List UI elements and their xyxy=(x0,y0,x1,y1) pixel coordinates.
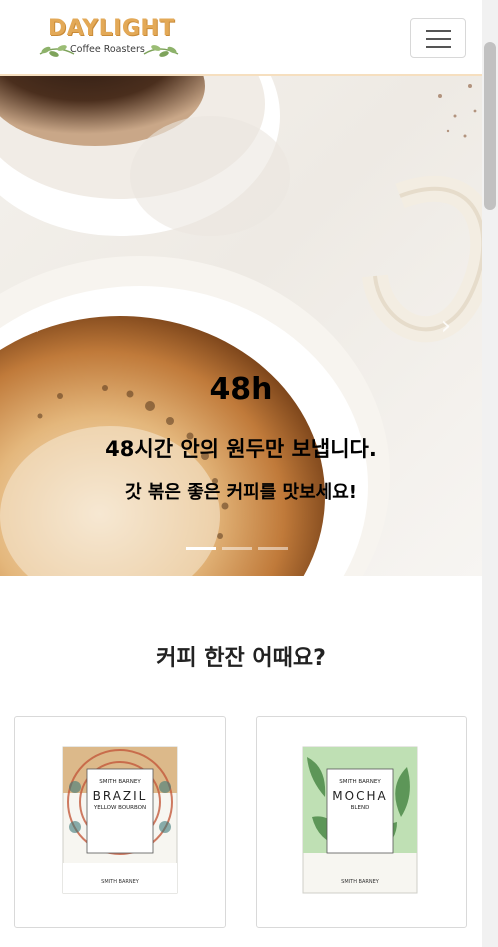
carousel-indicator[interactable] xyxy=(186,547,216,550)
product-variety-label: BLEND xyxy=(350,805,370,811)
navbar: DAYLIGHT Coffee Roasters xyxy=(0,0,482,76)
brand-logo[interactable]: DAYLIGHT Coffee Roasters xyxy=(38,14,180,62)
carousel-caption-line2: 갓 볶은 좋은 커피를 맛보세요! xyxy=(125,482,357,503)
product-card[interactable]: SMITH BARNEY BRAZIL YELLOW BOURBON SMITH… xyxy=(14,716,226,928)
product-origin-label: MOCHA xyxy=(332,789,388,803)
carousel-next-button[interactable]: › xyxy=(436,312,456,340)
navbar-toggle-button[interactable] xyxy=(410,18,466,58)
chevron-left-icon: ‹ xyxy=(29,311,41,341)
carousel-indicator[interactable] xyxy=(258,547,288,550)
brand-name: DAYLIGHT xyxy=(48,16,175,41)
carousel-caption-line1: 48시간 안의 원두만 보냅니다. xyxy=(105,437,377,461)
scrollbar-thumb[interactable] xyxy=(484,42,496,210)
chevron-right-icon: › xyxy=(440,311,452,341)
carousel-prev-button[interactable]: ‹ xyxy=(25,312,45,340)
brand-tagline: Coffee Roasters xyxy=(70,44,145,55)
product-maker-footer: SMITH BARNEY xyxy=(341,879,379,885)
hamburger-icon xyxy=(426,46,451,48)
hero-carousel: ‹ › 48h 48시간 안의 원두만 보냅니다. 갓 볶은 좋은 커피를 맛보… xyxy=(0,76,482,576)
hamburger-icon xyxy=(426,38,451,40)
carousel-indicator[interactable] xyxy=(222,547,252,550)
carousel-heading: 48h xyxy=(209,372,273,407)
product-image xyxy=(62,746,178,894)
product-variety-label: YELLOW BOURBON xyxy=(93,805,147,811)
product-image xyxy=(302,746,418,894)
product-card[interactable]: SMITH BARNEY MOCHA BLEND SMITH BARNEY xyxy=(256,716,467,928)
product-maker-label: SMITH BARNEY xyxy=(99,779,141,785)
product-maker-footer: SMITH BARNEY xyxy=(101,879,139,885)
hamburger-icon xyxy=(426,30,451,32)
product-maker-label: SMITH BARNEY xyxy=(339,779,381,785)
section-title: 커피 한잔 어때요? xyxy=(156,646,326,671)
product-origin-label: BRAZIL xyxy=(92,789,148,803)
